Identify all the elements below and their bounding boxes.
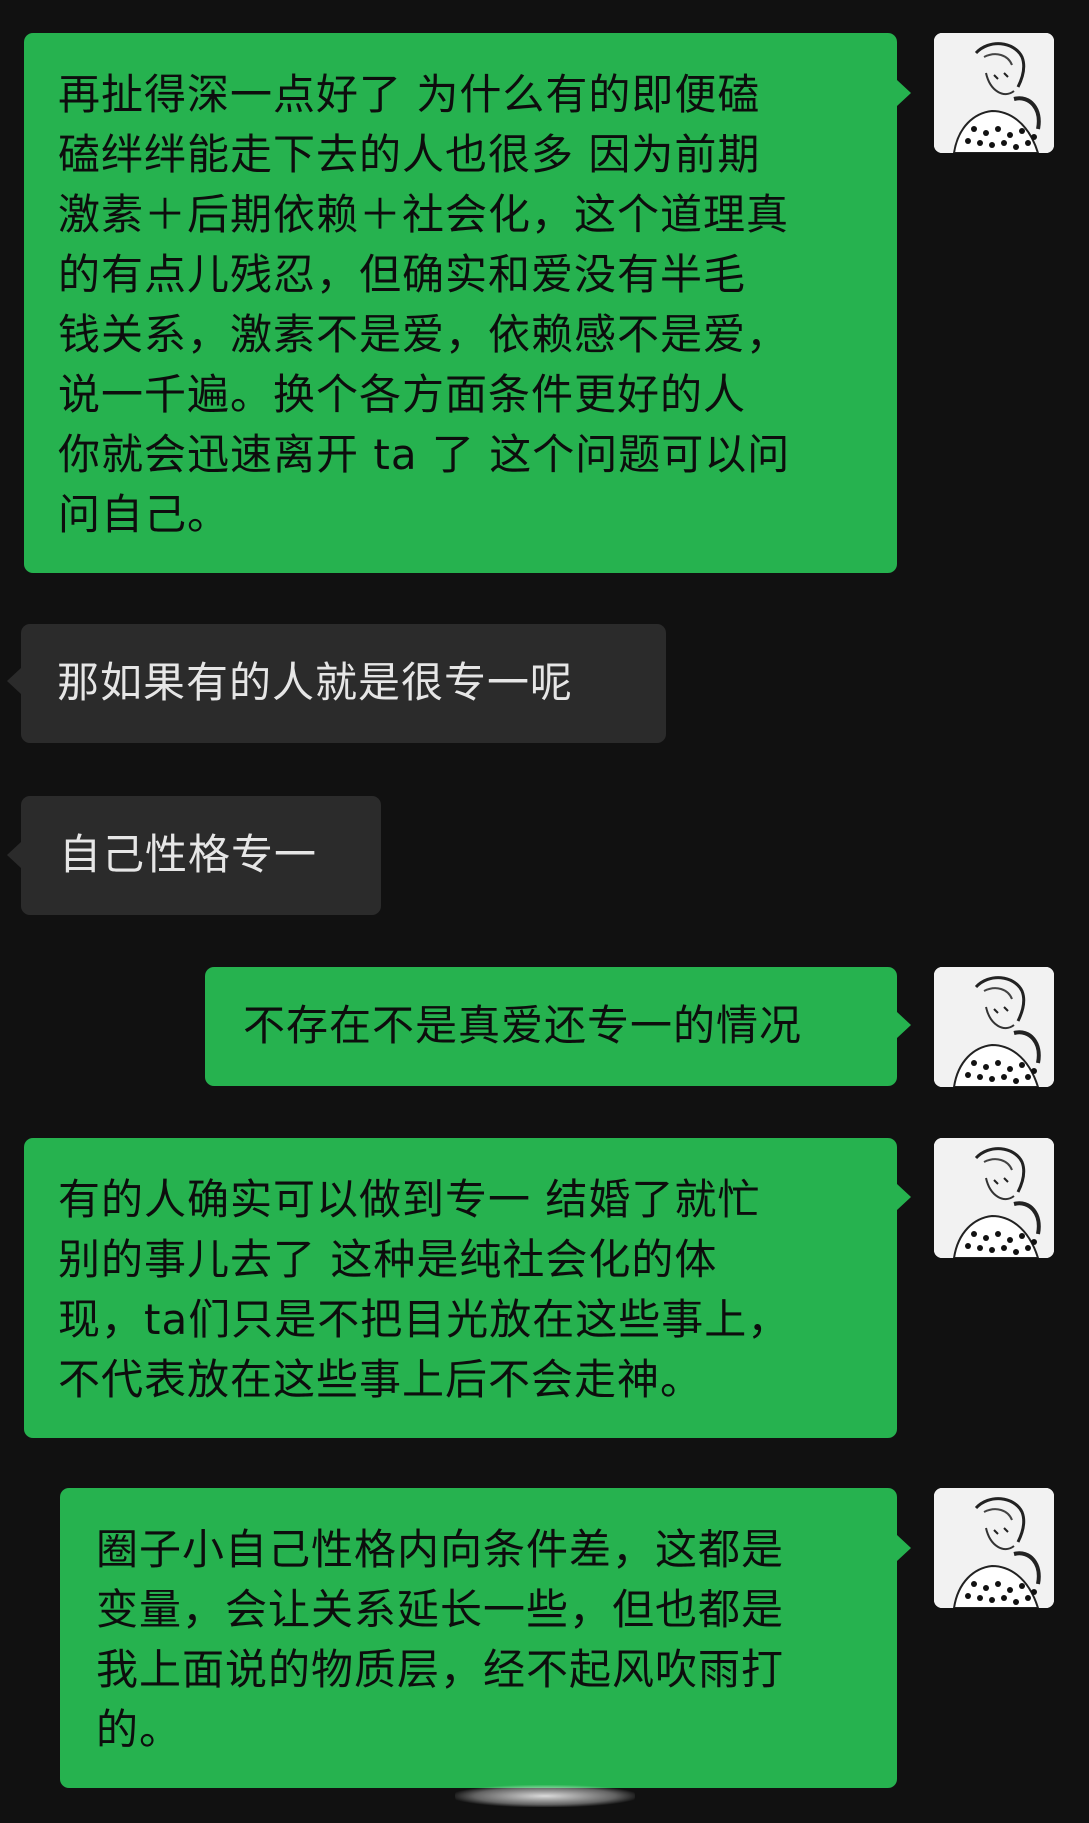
message-bubble-outgoing[interactable]: 圈子小自己性格内向条件差，这都是 变量，会让关系延长一些，但也都是 我上面说的物…: [60, 1488, 897, 1788]
bubble-tail: [897, 1012, 911, 1038]
message-bubble-incoming[interactable]: 那如果有的人就是很专一呢: [21, 624, 666, 743]
bubble-tail: [7, 668, 21, 694]
message-bubble-incoming[interactable]: 自己性格专一: [21, 796, 381, 915]
avatar[interactable]: [934, 33, 1054, 153]
avatar[interactable]: [934, 1138, 1054, 1258]
bubble-tail: [897, 1535, 911, 1561]
sketch-portrait-avatar-icon: [934, 1488, 1054, 1608]
message-bubble-outgoing[interactable]: 有的人确实可以做到专一 结婚了就忙 别的事儿去了 这种是纯社会化的体 现，ta们…: [24, 1138, 897, 1438]
sketch-portrait-avatar-icon: [934, 1138, 1054, 1258]
watermark-smudge: [455, 1785, 635, 1807]
bubble-tail: [897, 80, 911, 106]
avatar[interactable]: [934, 1488, 1054, 1608]
message-bubble-outgoing[interactable]: 再扯得深一点好了 为什么有的即便磕 磕绊绊能走下去的人也很多 因为前期 激素＋后…: [24, 33, 897, 573]
avatar[interactable]: [934, 967, 1054, 1087]
sketch-portrait-avatar-icon: [934, 967, 1054, 1087]
sketch-portrait-avatar-icon: [934, 33, 1054, 153]
bubble-tail: [897, 1184, 911, 1210]
message-bubble-outgoing[interactable]: 不存在不是真爱还专一的情况: [205, 967, 897, 1086]
bubble-tail: [7, 842, 21, 868]
